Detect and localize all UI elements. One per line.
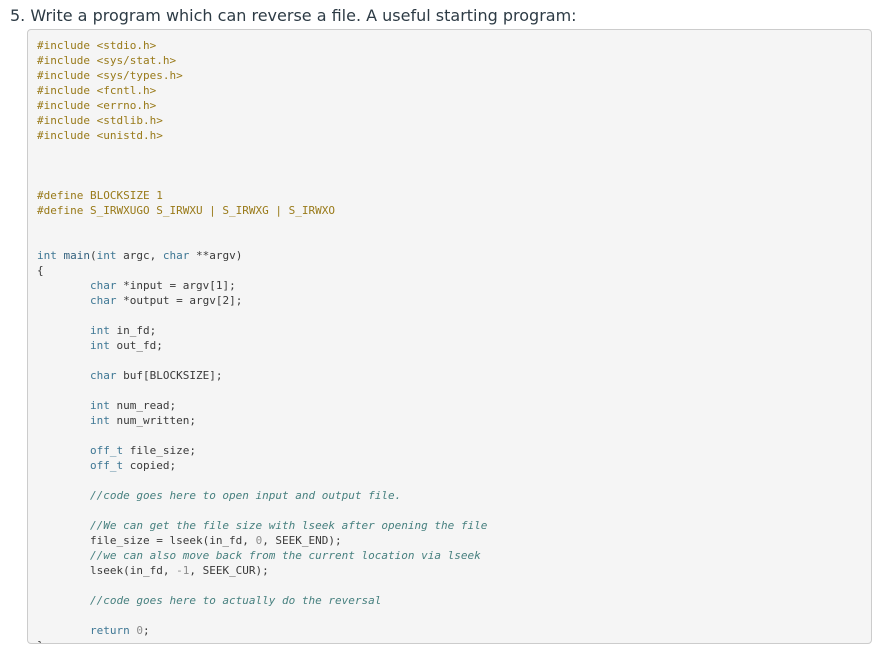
code-line-comment-open: //code goes here to open input and outpu…: [37, 488, 871, 503]
code-line-main-signature: int main(int argc, char **argv): [37, 248, 871, 263]
code-line-include-sys-types: #include <sys/types.h>: [37, 69, 183, 82]
code-line-comment-reversal: //code goes here to actually do the reve…: [37, 593, 871, 608]
code-line-include-errno: #include <errno.h>: [37, 99, 157, 112]
code-text: num_written;: [109, 414, 196, 427]
code-text: in_fd;: [109, 324, 157, 337]
keyword-int: int: [89, 324, 110, 337]
code-text: **argv): [189, 249, 243, 262]
code-punct: ;: [142, 624, 150, 637]
keyword-int: int: [37, 249, 57, 262]
code-line-output-decl: char *output = argv[2];: [37, 293, 871, 308]
code-comment: //We can get the file size with lseek af…: [89, 519, 488, 532]
code-text: buf[BLOCKSIZE];: [116, 369, 223, 382]
code-number: 0: [136, 624, 143, 637]
code-comment: //code goes here to open input and outpu…: [89, 489, 402, 502]
code-text: argc,: [116, 249, 163, 262]
code-line-copied-decl: off_t copied;: [37, 458, 871, 473]
code-lines: #include <stdio.h> #include <sys/stat.h>…: [37, 38, 871, 643]
code-line-comment-file-size: //We can get the file size with lseek af…: [37, 518, 871, 533]
type-off-t: off_t: [89, 444, 124, 457]
code-line-lseek-end: file_size = lseek(in_fd, 0, SEEK_END);: [37, 533, 871, 548]
code-text: copied;: [123, 459, 177, 472]
code-line-num-read: int num_read;: [37, 398, 871, 413]
code-number: -1: [176, 564, 190, 577]
keyword-int: int: [89, 339, 110, 352]
keyword-char: char: [89, 279, 117, 292]
code-text: out_fd;: [109, 339, 163, 352]
code-line-buf-decl: char buf[BLOCKSIZE];: [37, 368, 871, 383]
question-title: 5. Write a program which can reverse a f…: [10, 6, 577, 25]
code-text: *input = argv[1];: [116, 279, 236, 292]
keyword-char: char: [89, 294, 117, 307]
code-text: , SEEK_END);: [262, 534, 342, 547]
code-block: #include <stdio.h> #include <sys/stat.h>…: [27, 29, 872, 644]
code-line-brace-open: {: [37, 264, 44, 277]
code-line-lseek-cur: lseek(in_fd, -1, SEEK_CUR);: [37, 563, 871, 578]
code-line-out-fd: int out_fd;: [37, 338, 871, 353]
code-line-include-sys-stat: #include <sys/stat.h>: [37, 54, 177, 67]
code-line-define-irwxugo: #define S_IRWXUGO S_IRWXU | S_IRWXG | S_…: [37, 204, 336, 217]
code-line-include-stdlib: #include <stdlib.h>: [37, 114, 163, 127]
code-line-include-fcntl: #include <fcntl.h>: [37, 84, 157, 97]
code-comment: //we can also move back from the current…: [89, 549, 481, 562]
code-line-return: return 0;: [37, 623, 871, 638]
code-punct: (: [90, 249, 97, 262]
code-text: file_size = lseek(in_fd,: [89, 534, 256, 547]
keyword-return: return: [89, 624, 130, 637]
code-text: *output = argv[2];: [116, 294, 243, 307]
code-text: num_read;: [109, 399, 177, 412]
keyword-int: int: [89, 414, 110, 427]
keyword-char: char: [162, 249, 190, 262]
code-comment: //code goes here to actually do the reve…: [89, 594, 382, 607]
code-line-comment-move-back: //we can also move back from the current…: [37, 548, 871, 563]
code-line-num-written: int num_written;: [37, 413, 871, 428]
code-line-include-unistd: #include <unistd.h>: [37, 129, 163, 142]
code-line-include-stdio: #include <stdio.h>: [37, 39, 157, 52]
code-text: file_size;: [123, 444, 196, 457]
code-line-brace-close: }: [37, 638, 871, 643]
keyword-int: int: [96, 249, 117, 262]
function-main: main: [63, 249, 91, 262]
code-line-in-fd: int in_fd;: [37, 323, 871, 338]
keyword-int: int: [89, 399, 110, 412]
type-off-t: off_t: [89, 459, 124, 472]
code-line-file-size-decl: off_t file_size;: [37, 443, 871, 458]
code-text: lseek(in_fd,: [89, 564, 177, 577]
code-text: , SEEK_CUR);: [189, 564, 269, 577]
code-line-input-decl: char *input = argv[1];: [37, 278, 871, 293]
code-line-define-blocksize: #define BLOCKSIZE 1: [37, 189, 163, 202]
keyword-char: char: [89, 369, 117, 382]
